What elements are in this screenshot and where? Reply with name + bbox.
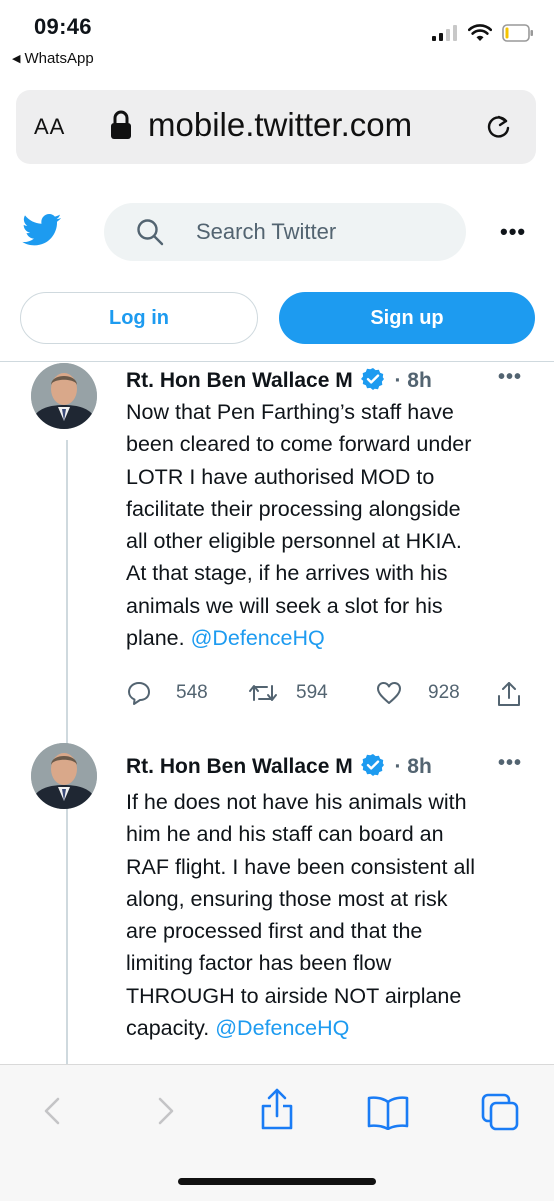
verified-badge-icon	[360, 754, 384, 776]
tweet-line: RAF flight. I have been consistent all	[126, 854, 475, 879]
mention-link[interactable]: @DefenceHQ	[215, 1016, 349, 1040]
verified-badge-icon	[360, 368, 384, 390]
more-options-icon[interactable]: •••	[500, 219, 526, 245]
tweet-line-text: plane.	[126, 626, 191, 651]
tweet-line: all other eligible personnel at HKIA.	[126, 529, 462, 554]
tweet-line: limiting factor has been flow	[126, 951, 392, 976]
tweet-more-icon[interactable]: •••	[498, 366, 522, 389]
reply-count: 548	[176, 682, 208, 703]
cellular-signal-icon	[432, 25, 457, 41]
tweet-line: At that stage, if he arrives with his	[126, 561, 448, 586]
forward-arrow-icon[interactable]	[154, 1096, 178, 1126]
heart-icon	[377, 682, 401, 704]
tweet-line: facilitate their processing alongside	[126, 496, 461, 521]
back-to-app-link[interactable]: ◀ WhatsApp	[12, 50, 94, 67]
tweet-body: If he does not have his animals with him…	[126, 786, 526, 1044]
tweet-actions: 548 594 928	[126, 680, 526, 712]
tweet-line-last: capacity. @DefenceHQ	[126, 1012, 526, 1044]
tweet-line: LOTR I have authorised MOD to	[126, 464, 435, 489]
twitter-logo-icon[interactable]	[22, 214, 62, 247]
text-size-button[interactable]: AA	[34, 114, 65, 140]
tweet-line-last: plane. @DefenceHQ	[126, 622, 526, 654]
tweet-author[interactable]: Rt. Hon Ben Wallace M · 8h	[126, 367, 432, 393]
home-indicator	[178, 1178, 376, 1185]
bookmarks-icon[interactable]	[366, 1094, 410, 1130]
tabs-icon[interactable]	[480, 1092, 520, 1132]
avatar[interactable]	[31, 363, 97, 429]
search-input[interactable]: Search Twitter	[196, 219, 336, 245]
reload-icon[interactable]	[484, 112, 514, 142]
tweet-line: Now that Pen Farthing’s staff have	[126, 400, 454, 424]
tweet-line: along, ensuring those most at risk	[126, 886, 448, 911]
author-name: Rt. Hon Ben Wallace M	[126, 755, 353, 778]
status-icons	[432, 24, 534, 42]
back-triangle-icon: ◀	[12, 53, 21, 65]
tweet-line: If he does not have his animals with	[126, 790, 467, 814]
avatar[interactable]	[31, 743, 97, 809]
back-app-label: WhatsApp	[24, 50, 94, 67]
share-tweet-button[interactable]	[496, 680, 522, 708]
search-icon	[137, 219, 164, 246]
tweet-line: been cleared to come forward under	[126, 432, 472, 457]
login-button[interactable]: Log in	[20, 292, 258, 344]
tweet-line: THROUGH to airside NOT airplane	[126, 983, 462, 1008]
like-button[interactable]: 928	[376, 680, 460, 706]
url-text[interactable]: mobile.twitter.com	[148, 106, 412, 144]
retweet-button[interactable]: 594	[248, 680, 328, 706]
tweet-author[interactable]: Rt. Hon Ben Wallace M · 8h	[126, 753, 432, 779]
battery-icon	[502, 24, 533, 42]
tweet-line: animals we will seek a slot for his	[126, 593, 443, 618]
tweet-body: Now that Pen Farthing’s staff have been …	[126, 396, 526, 654]
share-icon[interactable]	[258, 1086, 296, 1132]
wifi-icon	[468, 24, 492, 41]
tweet-time[interactable]: · 8h	[394, 755, 431, 778]
tweet-line-text: capacity.	[126, 1016, 216, 1041]
mention-link[interactable]: @DefenceHQ	[191, 626, 325, 650]
reply-icon	[128, 682, 150, 705]
avatar-portrait-icon	[31, 363, 97, 429]
back-arrow-icon[interactable]	[40, 1096, 64, 1126]
avatar-portrait-icon	[31, 743, 97, 809]
tweet-line: are processed first and that the	[126, 919, 423, 944]
like-count: 928	[428, 682, 460, 703]
retweet-count: 594	[296, 682, 328, 703]
retweet-icon	[249, 685, 277, 701]
author-name: Rt. Hon Ben Wallace M	[126, 369, 353, 392]
signup-button[interactable]: Sign up	[279, 292, 535, 344]
share-icon	[498, 682, 520, 706]
tweet-more-icon[interactable]: •••	[498, 752, 522, 775]
tweet-time[interactable]: · 8h	[394, 369, 431, 392]
status-time: 09:46	[34, 14, 92, 39]
lock-icon	[111, 110, 131, 139]
reply-button[interactable]: 548	[126, 680, 208, 706]
header-divider	[0, 361, 554, 362]
tweet-line: him he and his staff can board an	[126, 822, 444, 847]
